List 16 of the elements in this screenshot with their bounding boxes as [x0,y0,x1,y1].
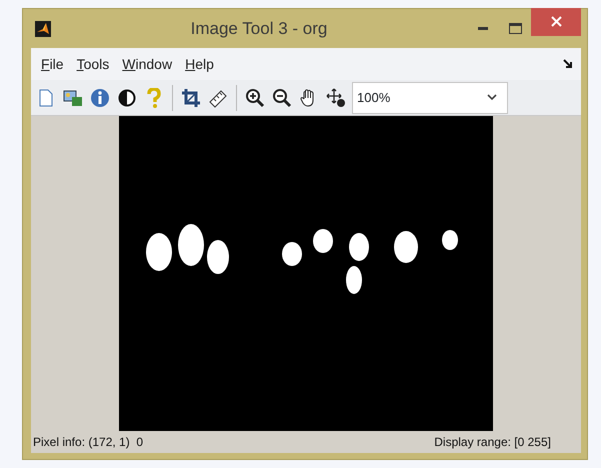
minimize-icon [478,27,488,30]
dock-arrow-icon[interactable] [563,59,573,69]
menu-item[interactable]: Tools [74,52,118,76]
app-logo-icon [35,20,51,36]
caret-icon [487,94,497,101]
menu-item[interactable]: Help [183,52,223,76]
maximize-icon [508,23,522,34]
zoom-dropdown[interactable]: 100% [352,82,508,114]
close-button[interactable] [531,8,581,36]
pixel-info-text: Pixel info: (172, 1) 0 [33,434,144,451]
pan-cursor-icon[interactable] [325,86,347,110]
display-range-text: Display range: [0 255] [434,434,551,451]
menu-item[interactable]: File [39,52,73,76]
window-title: Image Tool 3 - org [190,18,328,40]
menu-item[interactable]: Window [120,52,182,76]
close-icon [550,16,562,27]
